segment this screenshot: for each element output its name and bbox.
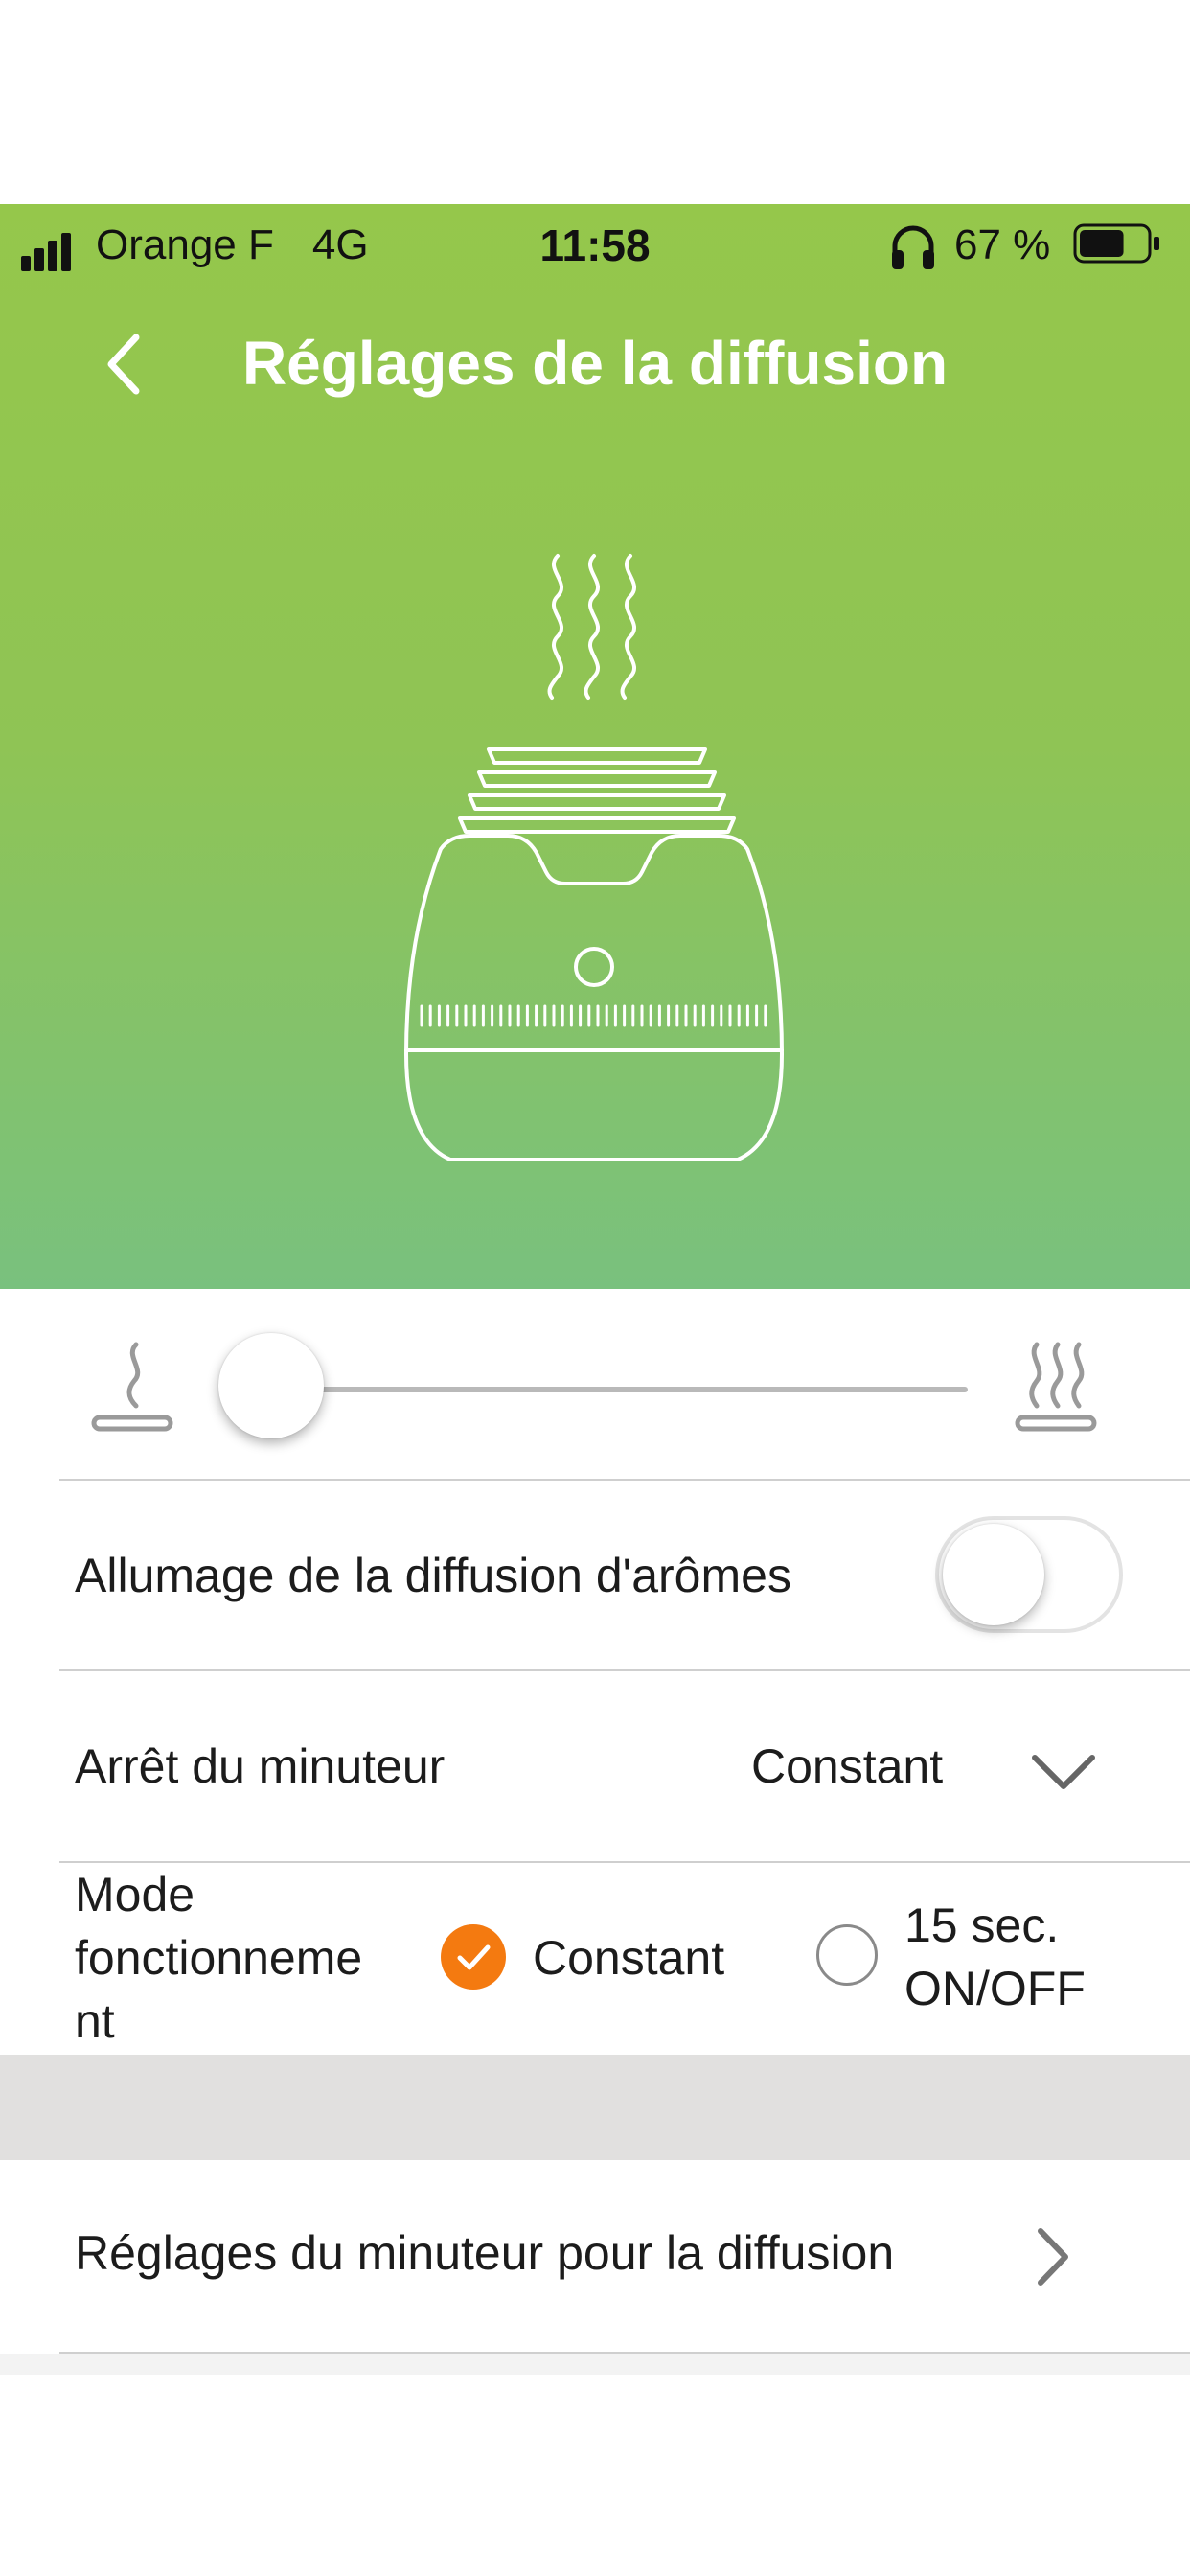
- status-bar: Orange F 4G 11:58 67 %: [0, 204, 1190, 283]
- diffusion-toggle[interactable]: [935, 1516, 1123, 1633]
- intensity-slider-thumb[interactable]: [218, 1333, 324, 1438]
- divider: [59, 1669, 1190, 1671]
- top-blank-area: [0, 0, 1190, 204]
- chevron-down-icon: [1032, 1755, 1095, 1789]
- timer-settings-label: Réglages du minuteur pour la diffusion: [75, 2226, 895, 2280]
- radio-15sec-label-line: ON/OFF: [904, 1962, 1086, 2015]
- high-mist-icon: [1015, 1342, 1097, 1432]
- intensity-slider-track[interactable]: [272, 1387, 968, 1392]
- battery-percent: 67 %: [954, 221, 1051, 268]
- aroma-diffuser-illustration: [404, 554, 784, 1162]
- section-separator: [0, 2055, 1190, 2160]
- operating-mode-label-line: Mode: [75, 1868, 195, 1921]
- diffuser-body: [404, 834, 784, 1162]
- timer-settings-row[interactable]: Réglages du minuteur pour la diffusion: [0, 2160, 1190, 2352]
- chevron-right-icon: [1038, 2228, 1068, 2286]
- divider: [59, 1479, 1190, 1481]
- timer-stop-dropdown[interactable]: Constant: [728, 1731, 1111, 1807]
- radio-15sec-label-line: 15 sec.: [904, 1898, 1060, 1952]
- operating-mode-label-line: fonctionneme: [75, 1931, 363, 1985]
- radio-constant[interactable]: [441, 1924, 506, 1990]
- diffusion-toggle-label: Allumage de la diffusion d'arômes: [75, 1549, 791, 1602]
- operating-mode-label: Mode fonctionneme nt: [75, 1863, 429, 2053]
- steam-lines: [547, 554, 637, 700]
- battery-icon: [1073, 223, 1159, 264]
- timer-stop-label: Arrêt du minuteur: [75, 1739, 446, 1793]
- checkmark-icon: [457, 1944, 491, 1970]
- page-title: Réglages de la diffusion: [241, 329, 949, 398]
- radio-15sec-label[interactable]: 15 sec. ON/OFF: [904, 1894, 1086, 2020]
- operating-mode-label-line: nt: [75, 1994, 115, 2048]
- toggle-knob: [943, 1524, 1044, 1625]
- navigation-bar: Réglages de la diffusion: [0, 307, 1190, 422]
- intensity-slider-row: [0, 1289, 1190, 1481]
- diffuser-scale-marks: [420, 1004, 767, 1027]
- radio-constant-label[interactable]: Constant: [533, 1926, 724, 1990]
- headphones-icon: [892, 225, 934, 269]
- radio-15sec[interactable]: [816, 1924, 878, 1986]
- low-mist-icon: [91, 1342, 173, 1432]
- diffuser-vents: [458, 748, 736, 834]
- bottom-separator: [0, 2354, 1190, 2375]
- timer-stop-value: Constant: [751, 1739, 944, 1793]
